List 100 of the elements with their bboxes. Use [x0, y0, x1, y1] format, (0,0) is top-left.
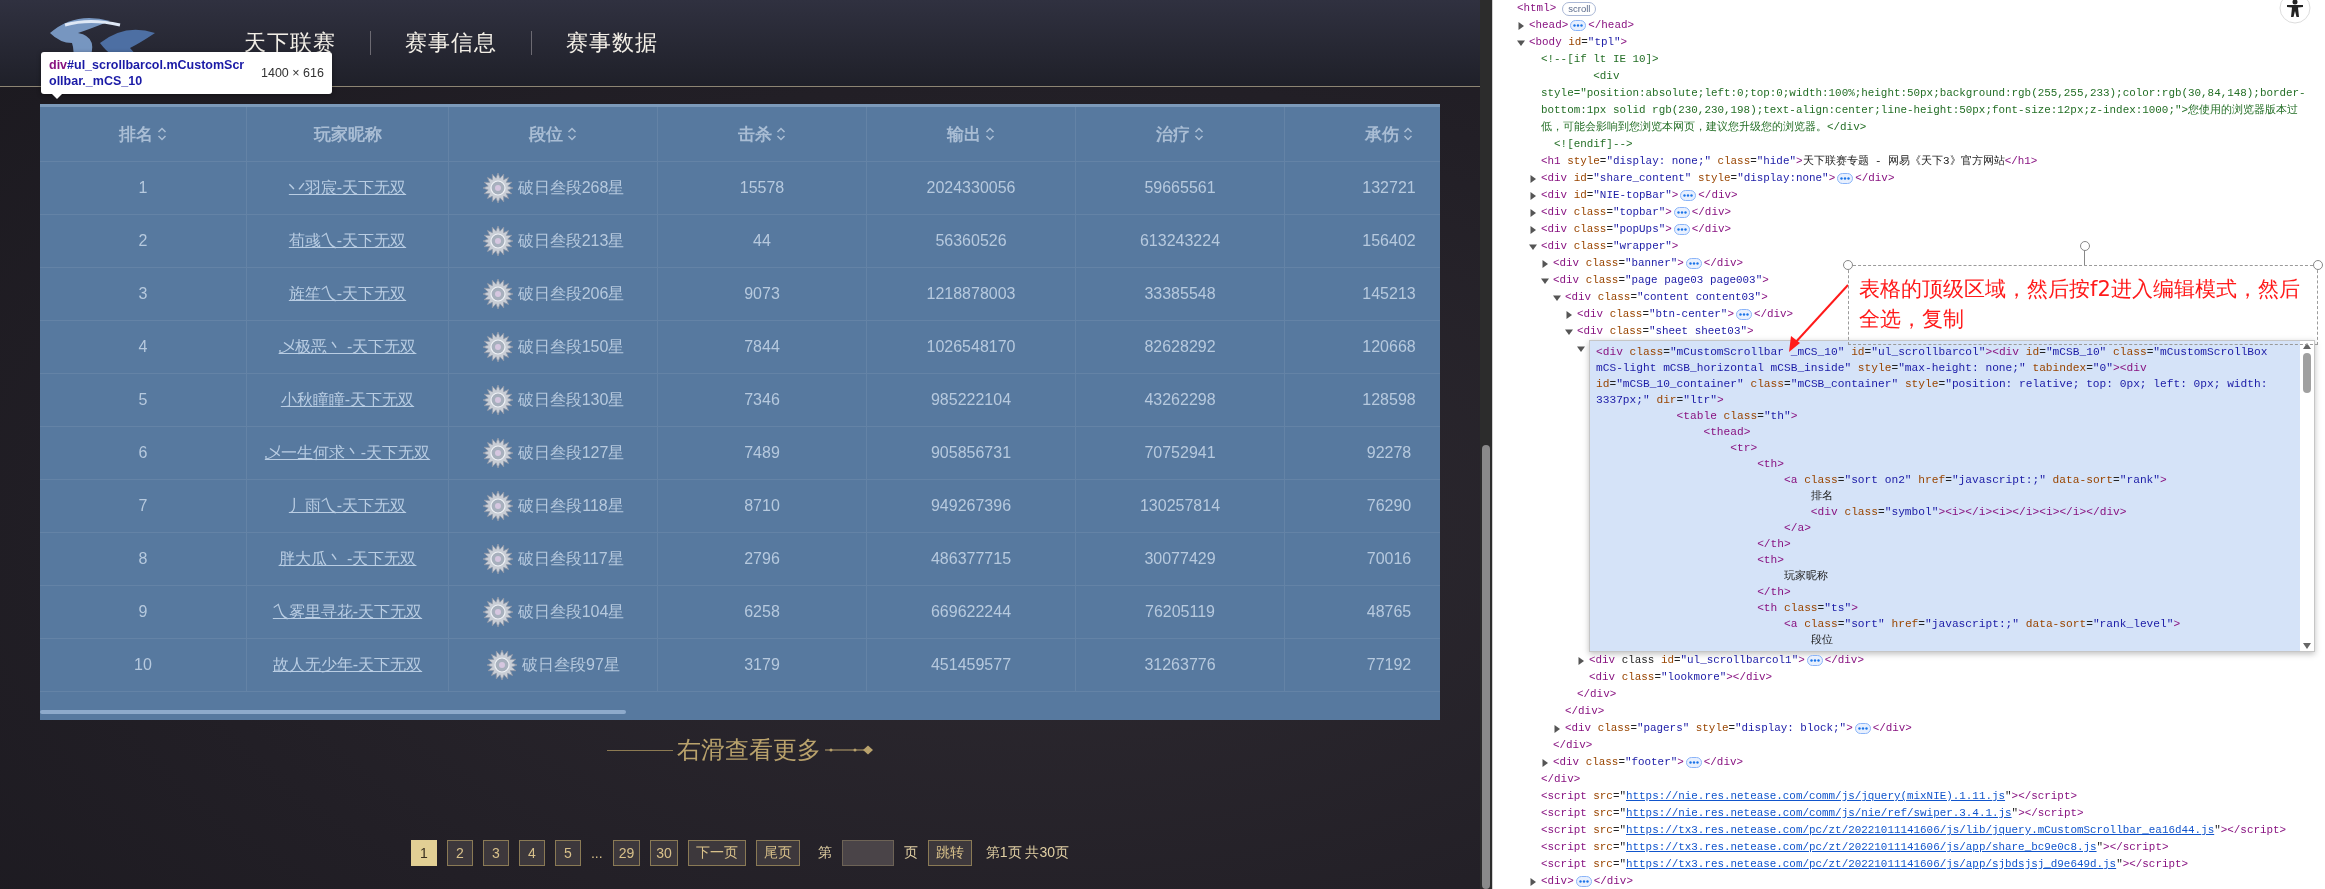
nav-link[interactable]: 赛事数据 [532, 28, 692, 58]
scroll-down-icon[interactable] [2303, 643, 2311, 649]
tier-text: 破日叁段118星 [518, 495, 624, 516]
expand-triangle-icon[interactable] [1529, 208, 1537, 217]
script-url-link[interactable]: https://tx3.res.netease.com/pc/zt/20221011141606/js/app/share_bc9e0c8.js [1626, 839, 2097, 856]
dom-node[interactable]: </div> [1565, 703, 1605, 720]
table-cell: 44 [658, 215, 867, 267]
ellipsis-icon[interactable] [1806, 655, 1823, 666]
accessibility-icon[interactable] [2279, 0, 2311, 24]
script-url-link[interactable]: https://tx3.res.netease.com/pc/zt/20221011141606/js/app/sjbdsjsj_d9e649d.js [1626, 856, 2117, 873]
dom-node-close: </div> [1855, 171, 1895, 186]
dom-node[interactable]: <script src=" [1541, 822, 1626, 839]
page-nav-button[interactable]: 下一页 [687, 840, 746, 866]
expand-triangle-icon[interactable] [1529, 242, 1537, 251]
table-cell: 7346 [658, 374, 867, 426]
dom-node[interactable]: <head> [1529, 17, 1569, 34]
sort-icon[interactable] [776, 127, 786, 141]
script-url-link[interactable]: https://tx3.res.netease.com/pc/zt/20221011141606/js/lib/jquery.mCustomScrollbar_ea16d44.js [1626, 822, 2215, 839]
table-cell: 31263776 [1076, 639, 1285, 691]
resize-handle[interactable] [1843, 260, 1853, 270]
comment-line: style="position:absolute;left:0;top:0;width:100%;height:50px;background:rgb(255,255,233);color:rgb(30,84,148);border-bottom:1px solid rgb(230,230,198);text-align:center;line-height:50px;font-size:12px;z-index:1000;">您使用的浏览器版本过低，可能会影响到您浏览本网页，建议您升级您的浏览器。</div> [1541, 86, 2307, 135]
page-number-field[interactable] [841, 840, 894, 866]
page-nav-button[interactable]: 尾页 [755, 840, 800, 866]
expand-triangle-icon[interactable] [1529, 877, 1537, 886]
dom-node[interactable]: <div class="btn-center"> [1577, 306, 1734, 323]
expand-triangle-icon[interactable] [1565, 327, 1573, 336]
expand-triangle-icon[interactable] [1565, 310, 1573, 319]
dom-node[interactable]: <div class="footer"> [1553, 754, 1684, 771]
dom-node[interactable]: </div> [1541, 771, 1581, 788]
page-button[interactable]: 5 [554, 840, 581, 866]
page-button[interactable]: 3 [482, 840, 509, 866]
dom-node[interactable]: <script src=" [1541, 805, 1626, 822]
dom-node[interactable]: <div class="pagers" style="display: block;"> [1565, 720, 1853, 737]
expand-triangle-icon[interactable] [1541, 276, 1549, 285]
sort-icon[interactable] [567, 127, 577, 141]
dom-node[interactable]: <script src=" [1541, 788, 1626, 805]
dom-node[interactable]: <div class="lookmore"></div> [1589, 669, 1773, 686]
dom-node[interactable]: <div class="sheet sheet03"> [1577, 323, 1754, 340]
dom-node[interactable]: <div class="topbar"> [1541, 204, 1672, 221]
horizontal-scrollbar[interactable] [40, 710, 626, 714]
dom-node[interactable]: <div class="page page03 page003"> [1553, 272, 1769, 289]
expand-triangle-icon[interactable] [1529, 174, 1537, 183]
scroll-up-icon[interactable] [2303, 343, 2311, 349]
dom-node[interactable]: <div> [1541, 873, 1574, 889]
dom-node[interactable]: <div id="NIE-topBar"> [1541, 187, 1679, 204]
rotate-handle[interactable] [2080, 241, 2090, 251]
expand-triangle-icon[interactable] [1553, 293, 1561, 302]
dom-node[interactable]: </div> [1553, 737, 1593, 754]
dom-node-close: </div> [1703, 755, 1743, 770]
ellipsis-icon[interactable] [1680, 190, 1697, 201]
expand-triangle-icon[interactable] [1529, 225, 1537, 234]
expand-triangle-icon[interactable] [1517, 21, 1525, 30]
dom-node[interactable]: <div class="content content03"> [1565, 289, 1768, 306]
html-edit-field[interactable] [1589, 340, 2315, 652]
resize-handle[interactable] [2313, 260, 2323, 270]
page-button[interactable]: 2 [446, 840, 473, 866]
dom-node[interactable]: <div class="popUps"> [1541, 221, 1672, 238]
script-url-link[interactable]: https://nie.res.netease.com/comm/js/nie/ref/swiper.3.4.1.js [1626, 805, 2012, 822]
dom-node[interactable]: <script src=" [1541, 856, 1626, 873]
ellipsis-icon[interactable] [1685, 258, 1702, 269]
dom-node[interactable]: </div> [1577, 686, 1617, 703]
table-cell: 669622244 [867, 586, 1076, 638]
dom-node[interactable]: <div class id="ul_scrollbarcol1"> [1589, 652, 1805, 669]
sort-icon[interactable] [157, 127, 167, 141]
dom-node[interactable]: <h1 style="display: none;" class="hide">天下联赛专题 - 网易《天下3》官方网站</h1> [1541, 153, 2038, 170]
ellipsis-icon[interactable] [1575, 876, 1592, 887]
page-button[interactable]: 1 [410, 840, 437, 866]
script-url-link[interactable]: https://nie.res.netease.com/comm/js/jquery(mixNIE).1.11.js [1626, 788, 2006, 805]
dom-node[interactable]: <div class="wrapper"> [1541, 238, 1679, 255]
sort-icon[interactable] [1403, 127, 1413, 141]
sort-icon[interactable] [985, 127, 995, 141]
dom-node[interactable]: <body id="tpl"> [1529, 34, 1628, 51]
ellipsis-icon[interactable] [1837, 173, 1854, 184]
ellipsis-icon[interactable] [1735, 309, 1752, 320]
sort-icon[interactable] [1194, 127, 1204, 141]
dom-node[interactable]: <script src=" [1541, 839, 1626, 856]
ellipsis-icon[interactable] [1673, 207, 1690, 218]
ellipsis-icon[interactable] [1685, 757, 1702, 768]
expand-triangle-icon[interactable] [1517, 38, 1525, 47]
ellipsis-icon[interactable] [1854, 723, 1871, 734]
dom-node[interactable]: <div class="banner"> [1553, 255, 1684, 272]
dom-node[interactable]: <html> [1517, 0, 1557, 17]
ellipsis-icon[interactable] [1673, 224, 1690, 235]
page-button[interactable]: 29 [612, 840, 641, 866]
expand-triangle-icon[interactable] [1541, 758, 1549, 767]
ellipsis-icon[interactable] [1570, 20, 1587, 31]
jump-button[interactable]: 跳转 [927, 840, 972, 866]
expand-triangle-icon[interactable] [1553, 724, 1561, 733]
expand-triangle-icon[interactable] [1577, 344, 1585, 353]
vertical-scrollbar[interactable] [1482, 445, 1490, 889]
scrollbar-thumb[interactable] [2303, 353, 2311, 393]
expand-triangle-icon[interactable] [1577, 656, 1585, 665]
expand-triangle-icon[interactable] [1529, 191, 1537, 200]
page-button[interactable]: 4 [518, 840, 545, 866]
nav-link[interactable]: 赛事信息 [371, 28, 531, 58]
element-selector: div#ul_scrollbarcol.mCustomScrollbar._mCS_10 [49, 57, 246, 89]
dom-node[interactable]: <div id="share_content" style="display:none"> [1541, 170, 1836, 187]
page-button[interactable]: 30 [650, 840, 678, 866]
expand-triangle-icon[interactable] [1541, 259, 1549, 268]
tier-text: 破日叁段150星 [517, 336, 625, 357]
